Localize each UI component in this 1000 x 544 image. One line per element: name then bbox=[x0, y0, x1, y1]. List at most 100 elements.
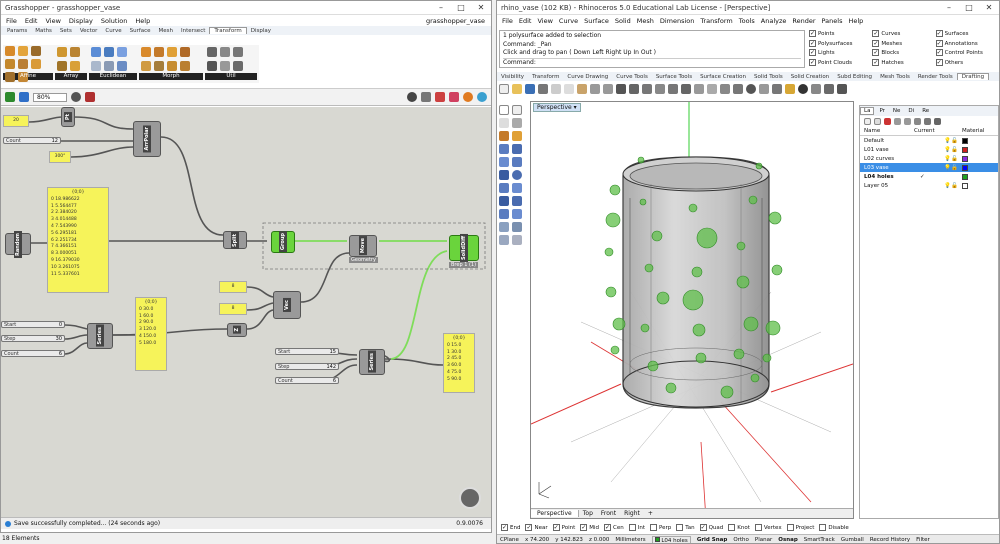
filter-polysurfaces[interactable]: ✓ Polysurfaces bbox=[809, 39, 872, 50]
filter-point-clouds[interactable]: ✓ Point Clouds bbox=[809, 58, 872, 69]
paste-icon[interactable] bbox=[577, 84, 587, 94]
gh-menu-solution[interactable]: Solution bbox=[101, 17, 127, 25]
rotate-view-icon[interactable] bbox=[629, 84, 639, 94]
properties-icon[interactable] bbox=[798, 84, 808, 94]
hide-icon[interactable] bbox=[759, 84, 769, 94]
cone-icon[interactable] bbox=[512, 183, 522, 193]
minimize-icon[interactable]: – bbox=[431, 1, 451, 14]
toggle-record-history[interactable]: Record History bbox=[870, 537, 910, 543]
new-layer-icon[interactable] bbox=[864, 118, 871, 125]
layer-row-l04[interactable]: L04 holes ✓ bbox=[860, 172, 998, 181]
rh-menu-panels[interactable]: Panels bbox=[822, 17, 843, 25]
layer-row-default[interactable]: Default 💡🔓 bbox=[860, 136, 998, 145]
filter-annotations[interactable]: ✓ Annotations bbox=[935, 39, 999, 50]
rh-tab-solid-creation[interactable]: Solid Creation bbox=[787, 74, 833, 80]
node-vec[interactable]: Vec bbox=[273, 291, 301, 319]
slider-step-1[interactable]: Step 30 bbox=[1, 335, 65, 342]
tab-surface[interactable]: Surface bbox=[126, 28, 155, 34]
panel-tab-named-views[interactable]: Ne bbox=[890, 108, 904, 114]
help-icon[interactable] bbox=[837, 84, 847, 94]
four-views-icon[interactable] bbox=[707, 84, 717, 94]
osnap-perp[interactable]: Perp bbox=[650, 523, 671, 531]
node-split[interactable]: Split bbox=[223, 231, 247, 249]
toggle-osnap[interactable]: Osnap bbox=[778, 537, 798, 543]
rh-menu-render[interactable]: Render bbox=[792, 17, 815, 25]
selected-only-icon[interactable] bbox=[463, 92, 473, 102]
panel-20[interactable]: 20 bbox=[3, 115, 29, 127]
zoom-window-icon[interactable] bbox=[655, 84, 665, 94]
panel-8-b[interactable]: 8 bbox=[219, 303, 247, 315]
rotate-icon[interactable] bbox=[104, 46, 114, 57]
twist-icon[interactable] bbox=[167, 46, 177, 57]
shear-icon[interactable] bbox=[31, 46, 41, 56]
tab-params[interactable]: Params bbox=[3, 28, 31, 34]
tab-transform[interactable]: Transform bbox=[209, 27, 247, 34]
linear-array-icon[interactable] bbox=[57, 46, 67, 57]
osnap-near[interactable]: ✓ Near bbox=[525, 523, 548, 531]
rh-tab-mesh-tools[interactable]: Mesh Tools bbox=[876, 74, 914, 80]
perspective-viewport[interactable]: Perspective ▾ Perspective Top Front Righ… bbox=[530, 101, 854, 519]
slider-step-2[interactable]: Step 142 bbox=[275, 363, 339, 370]
mesh-icon[interactable] bbox=[499, 196, 509, 206]
tools-icon[interactable] bbox=[924, 118, 931, 125]
transform-icon[interactable] bbox=[207, 61, 217, 72]
gh-menu-display[interactable]: Display bbox=[69, 17, 93, 25]
slider-count-1[interactable]: Count 6 bbox=[1, 350, 65, 357]
redo-icon[interactable] bbox=[603, 84, 613, 94]
slider-count-top[interactable]: Count 12 bbox=[3, 137, 61, 144]
taper-icon[interactable] bbox=[154, 61, 164, 72]
sporph-icon[interactable] bbox=[180, 61, 190, 72]
view-tab-top[interactable]: Top bbox=[579, 510, 597, 517]
navigation-compass-icon[interactable] bbox=[459, 487, 481, 509]
undo-view-icon[interactable] bbox=[694, 84, 704, 94]
point-icon[interactable] bbox=[512, 105, 522, 115]
filter-points[interactable]: ✓ Points bbox=[809, 30, 872, 40]
filter-others[interactable]: ✓ Others bbox=[935, 58, 999, 69]
move-up-icon[interactable] bbox=[894, 118, 901, 125]
rh-tab-solid-tools[interactable]: Solid Tools bbox=[750, 74, 787, 80]
sketch-icon[interactable] bbox=[85, 92, 95, 102]
rh-menu-file[interactable]: File bbox=[502, 17, 513, 25]
panel-series-values[interactable]: {0;0} 0 30.0 1 60.0 2 90.0 3 120.0 4 150.0 5 … bbox=[135, 297, 167, 371]
col-material[interactable]: Material bbox=[962, 128, 984, 134]
filter-hatches[interactable]: ✓ Hatches bbox=[872, 58, 935, 69]
filter-blocks[interactable]: ✓ Blocks bbox=[872, 49, 935, 59]
rh-menu-analyze[interactable]: Analyze bbox=[761, 17, 787, 25]
rh-tab-transform[interactable]: Transform bbox=[528, 74, 563, 80]
tab-mesh[interactable]: Mesh bbox=[155, 28, 177, 34]
node-move[interactable]: Move bbox=[349, 235, 377, 257]
move-icon[interactable] bbox=[91, 46, 101, 57]
current-check-icon[interactable]: ✓ bbox=[914, 174, 962, 180]
move-down-icon[interactable] bbox=[904, 118, 911, 125]
options-icon[interactable] bbox=[824, 84, 834, 94]
toggle-planar[interactable]: Planar bbox=[755, 537, 772, 543]
rh-menu-view[interactable]: View bbox=[537, 17, 552, 25]
rect-map-icon[interactable] bbox=[18, 59, 28, 69]
node-pt[interactable]: Pt bbox=[61, 107, 75, 127]
tab-curve[interactable]: Curve bbox=[101, 28, 125, 34]
rh-tab-surface-creation[interactable]: Surface Creation bbox=[696, 74, 750, 80]
rh-tab-curve-drawing[interactable]: Curve Drawing bbox=[563, 74, 612, 80]
gh-menu-file[interactable]: File bbox=[6, 17, 17, 25]
tab-sets[interactable]: Sets bbox=[56, 28, 76, 34]
ungroup-icon[interactable] bbox=[233, 61, 243, 72]
toggle-smarttrack[interactable]: SmartTrack bbox=[804, 537, 835, 543]
minimize-icon[interactable]: – bbox=[939, 1, 959, 14]
mirror-icon[interactable] bbox=[117, 46, 127, 57]
line-icon[interactable] bbox=[499, 118, 509, 128]
osnap-cen[interactable]: ✓ Cen bbox=[604, 523, 624, 531]
toggle-grid-snap[interactable]: Grid Snap bbox=[697, 537, 728, 543]
rectangle-icon[interactable] bbox=[499, 144, 509, 154]
slider-start-1[interactable]: Start 0 bbox=[1, 321, 65, 328]
delete-layer-icon[interactable] bbox=[884, 118, 891, 125]
panel-tab-display[interactable]: Di bbox=[905, 108, 917, 114]
layer-row-l02[interactable]: L02 curves 💡🔓 bbox=[860, 154, 998, 163]
boolean-icon[interactable] bbox=[512, 196, 522, 206]
rh-menu-curve[interactable]: Curve bbox=[559, 17, 578, 25]
rh-menu-mesh[interactable]: Mesh bbox=[637, 17, 654, 25]
scale-nu-icon[interactable] bbox=[18, 46, 28, 56]
osnap-tan[interactable]: Tan bbox=[676, 523, 695, 531]
copy-icon[interactable] bbox=[564, 84, 574, 94]
pan-icon[interactable] bbox=[616, 84, 626, 94]
filter-curves[interactable]: ✓ Curves bbox=[872, 30, 935, 40]
